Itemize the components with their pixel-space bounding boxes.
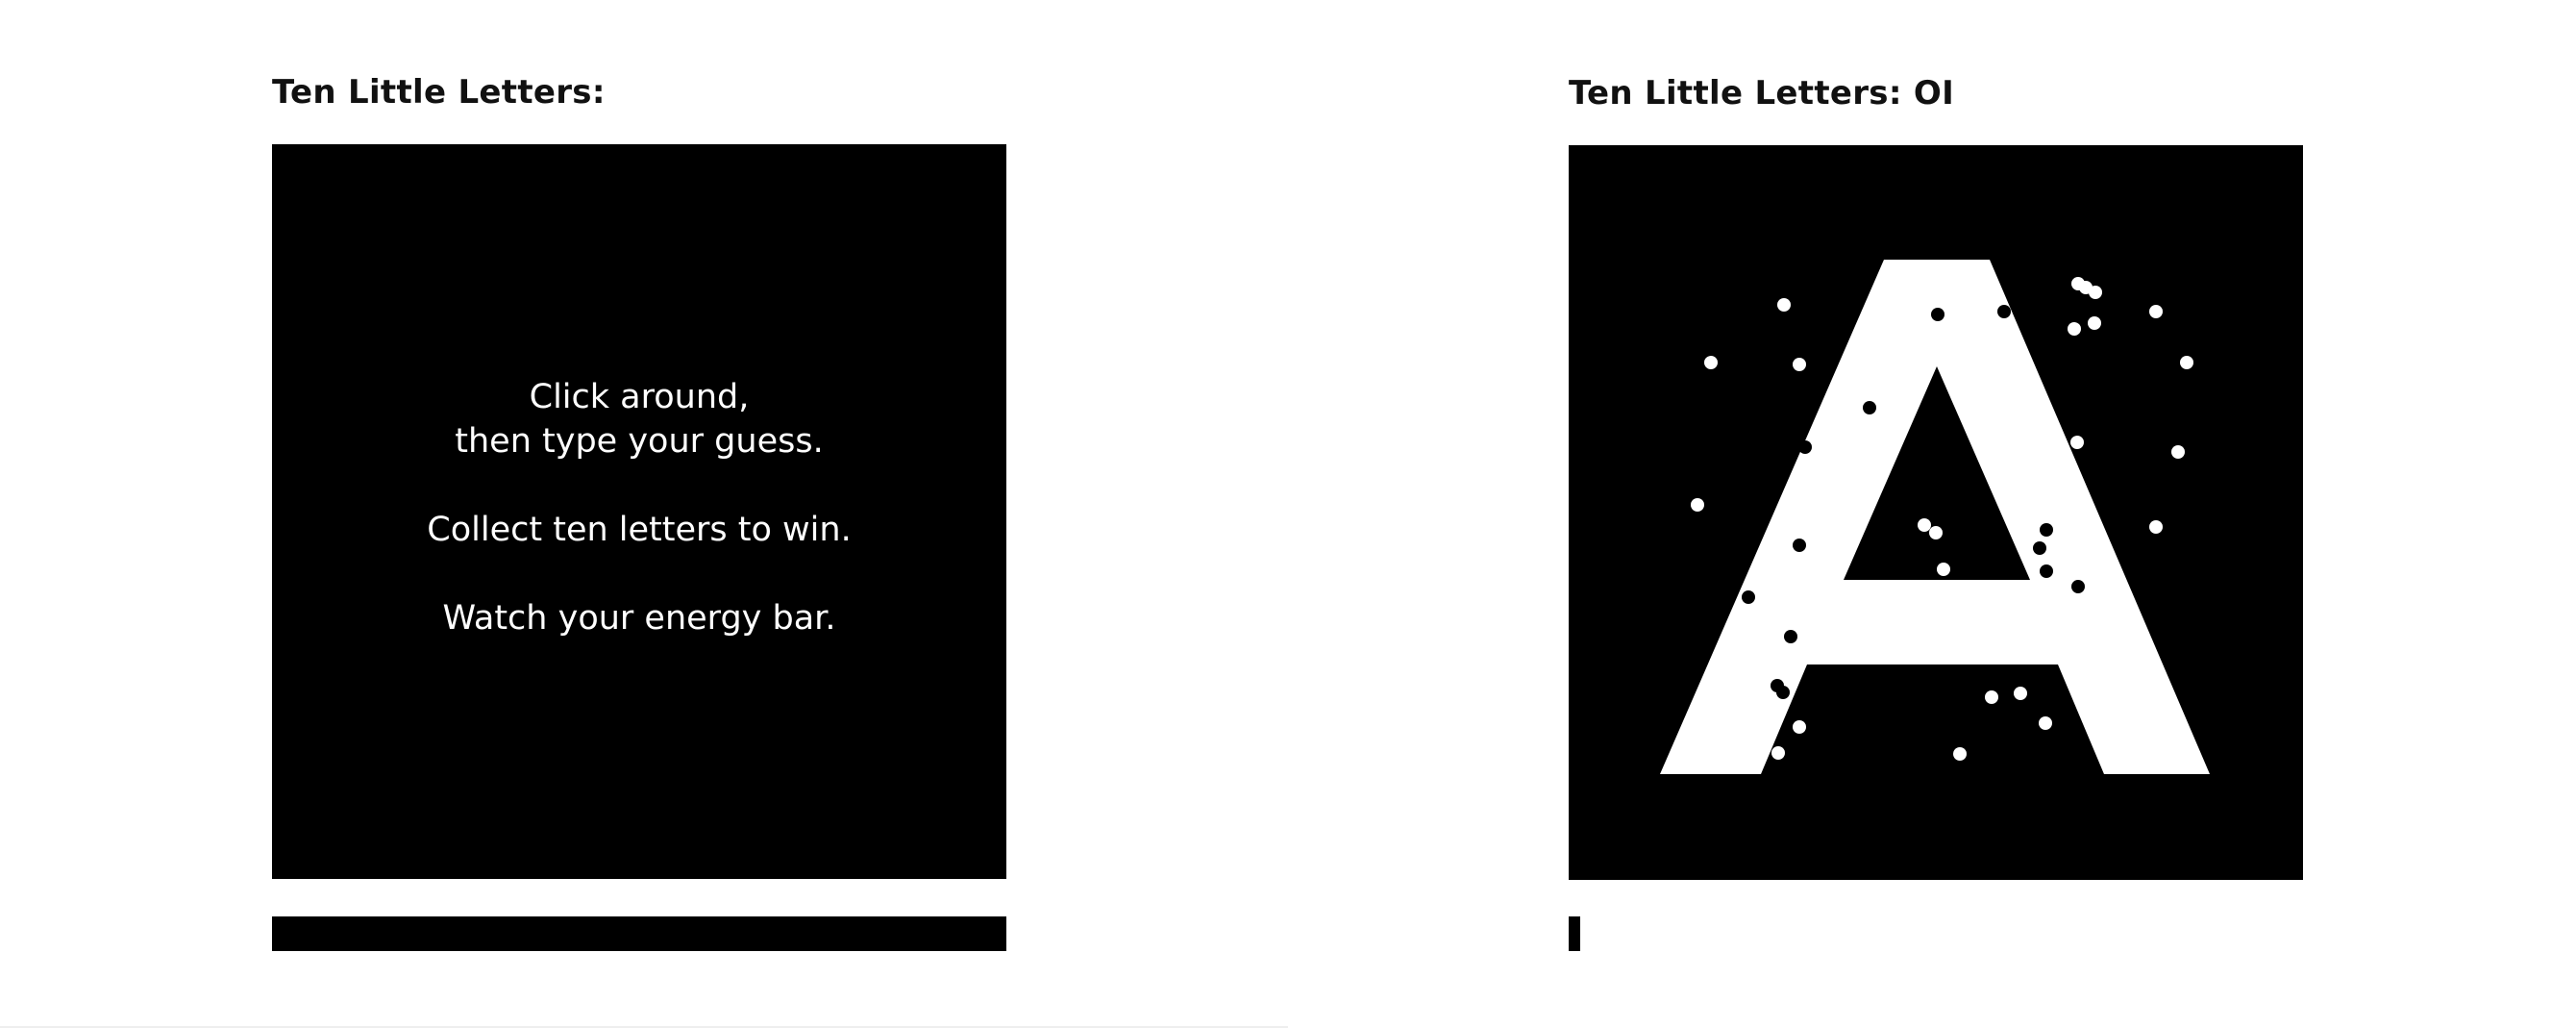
click-marker (2149, 520, 2163, 534)
instruction-line: Collect ten letters to win. (427, 511, 852, 549)
instruction-line: then type your guess. (455, 422, 824, 461)
click-marker (1863, 401, 1876, 414)
game-board[interactable] (1569, 145, 2303, 880)
click-marker (1777, 298, 1791, 312)
click-marker (1953, 747, 1967, 761)
click-marker (1691, 498, 1704, 512)
click-marker (2068, 322, 2081, 336)
click-marker (1937, 563, 1950, 576)
click-marker (1985, 690, 1998, 704)
click-marker (1793, 720, 1806, 734)
click-marker (1798, 440, 1812, 454)
click-marker (1793, 539, 1806, 552)
game-title: Ten Little Letters: OI (1569, 74, 1955, 113)
click-marker (1997, 305, 2011, 318)
click-marker (1742, 590, 1755, 604)
click-marker (2014, 687, 2027, 700)
click-marker (2070, 436, 2084, 449)
click-marker (1931, 308, 1944, 321)
click-marker (2039, 716, 2052, 730)
click-marker (1793, 358, 1806, 371)
click-marker (2149, 305, 2163, 318)
click-marker (1776, 686, 1790, 699)
click-marker (2071, 580, 2085, 593)
instruction-line: Click around, (529, 378, 750, 416)
revealed-letter-canvas (1660, 260, 2210, 774)
game-title: Ten Little Letters: (272, 73, 606, 112)
instruction-line: Watch your energy bar. (442, 599, 836, 638)
click-marker (2180, 356, 2193, 369)
click-marker (2040, 523, 2053, 537)
instructions: Click around, then type your guess. Coll… (272, 375, 1006, 640)
click-marker (2033, 541, 2046, 555)
click-marker (2171, 445, 2185, 459)
letter-a-shape (1660, 260, 2210, 774)
click-marker (1704, 356, 1718, 369)
click-marker (2089, 286, 2102, 299)
game-board[interactable]: Click around, then type your guess. Coll… (272, 144, 1006, 879)
click-marker (1784, 630, 1797, 643)
click-marker (1929, 526, 1943, 539)
click-marker (2040, 564, 2053, 578)
click-marker (1918, 518, 1931, 532)
energy-bar (1569, 916, 1580, 951)
click-marker (1771, 746, 1785, 760)
energy-bar (272, 916, 1006, 951)
click-marker (2088, 316, 2101, 330)
